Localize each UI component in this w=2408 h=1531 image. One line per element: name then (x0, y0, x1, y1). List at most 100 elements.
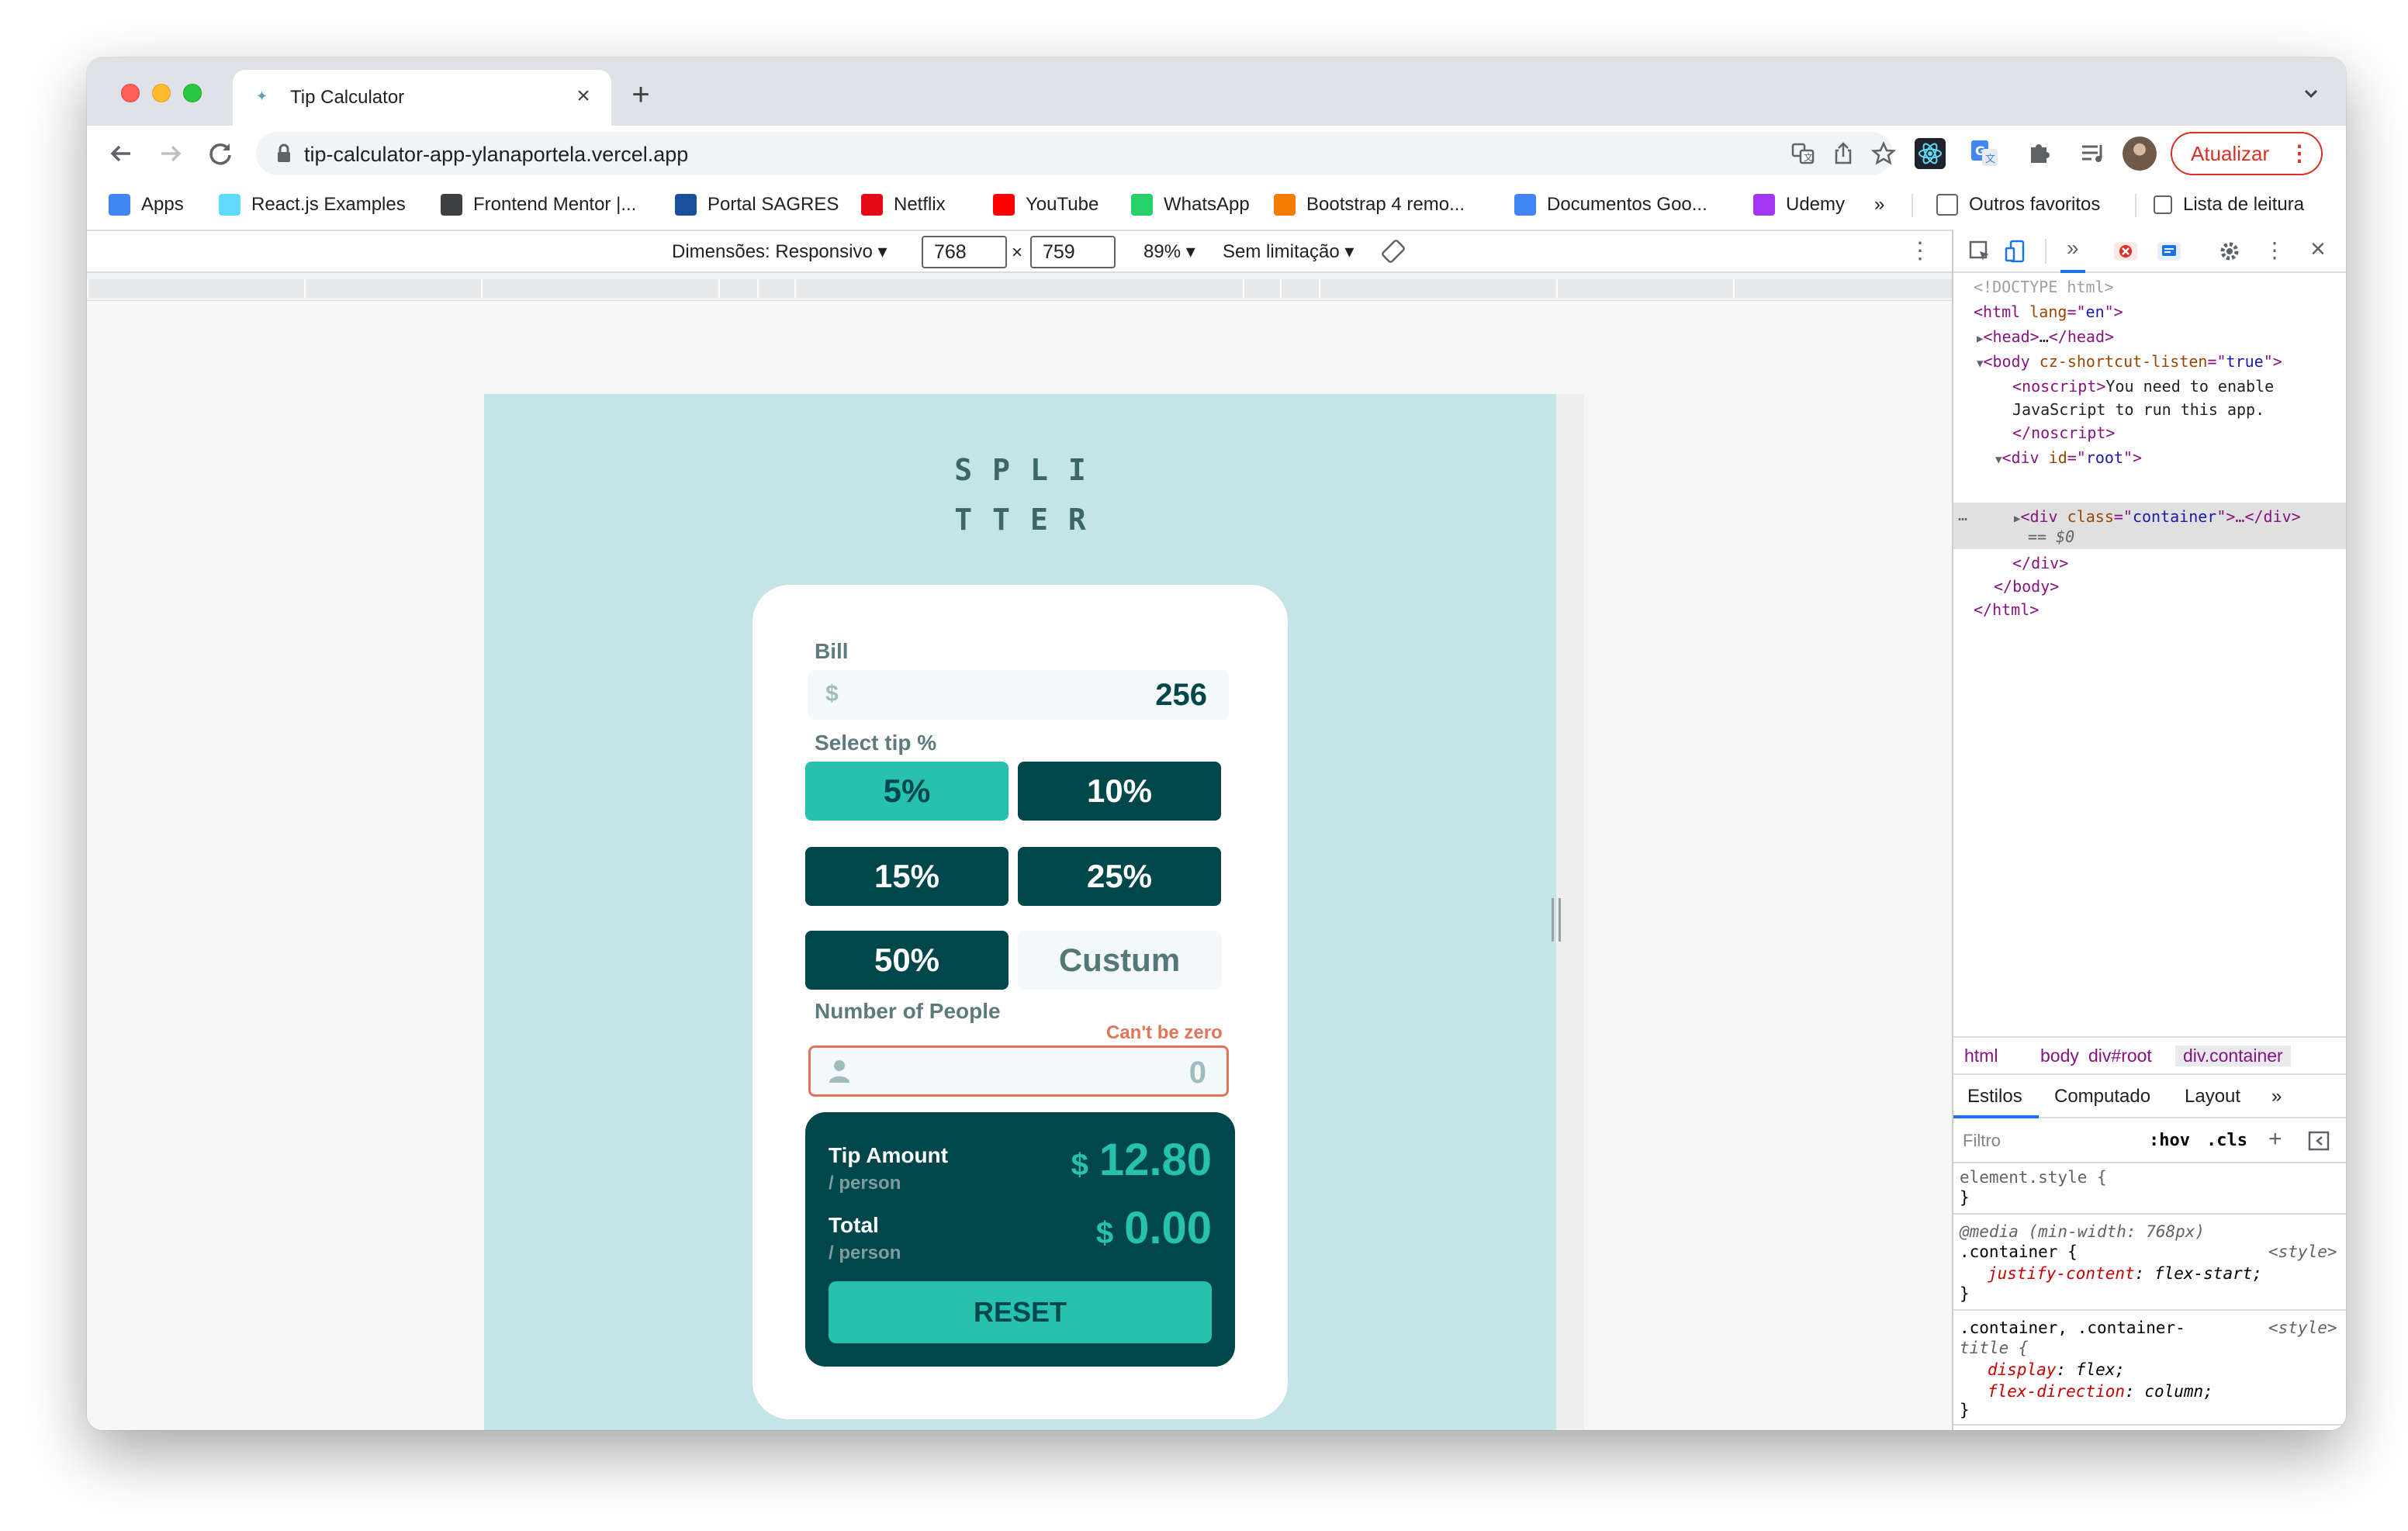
address-bar[interactable]: tip-calculator-app-ylanaportela.vercel.a… (256, 132, 1897, 175)
tab-tip-calculator[interactable]: ✦ Tip Calculator × (233, 70, 611, 126)
bookmark-udemy[interactable]: Udemy (1753, 189, 1845, 220)
translate-icon[interactable]: 文 (1789, 140, 1817, 168)
dom-body-close[interactable]: </body> (1994, 577, 2059, 596)
dom-head[interactable]: ▶<head>…</head> (1977, 327, 2114, 346)
zoom-dropdown[interactable]: 89% ▾ (1143, 240, 1195, 263)
dom-noscript-close[interactable]: </noscript> (2012, 423, 2115, 442)
ruler-segment[interactable] (1556, 279, 1733, 298)
tab-close-icon[interactable]: × (569, 82, 597, 110)
cls-toggle[interactable]: .cls (2206, 1131, 2247, 1150)
new-rule-icon[interactable]: + (2268, 1126, 2282, 1153)
ruler-segment[interactable] (1243, 279, 1280, 298)
new-tab-button[interactable]: + (625, 79, 656, 112)
rule-display[interactable]: display: flex; (1988, 1360, 2125, 1379)
dom-container[interactable]: ▶<div class="container">…</div> (2014, 507, 2301, 526)
bookmark-documentos-goo[interactable]: Documentos Goo... (1514, 189, 1707, 220)
tab-more[interactable]: » (2271, 1086, 2282, 1108)
devtools-more-icon[interactable]: ⋮ (2264, 237, 2285, 263)
url-text[interactable]: tip-calculator-app-ylanaportela.vercel.a… (304, 143, 688, 167)
lock-icon[interactable] (273, 143, 295, 164)
custom-tip-input[interactable]: Custum (1018, 931, 1221, 990)
share-icon[interactable] (1829, 140, 1857, 168)
more-panels-icon[interactable]: » (2060, 236, 2085, 273)
tab-search-chevron-icon[interactable] (2299, 82, 2323, 105)
tab-estilos[interactable]: Estilos (1967, 1086, 2022, 1108)
rule-justify[interactable]: justify-content: flex-start; (1988, 1264, 2262, 1283)
bookmark-reading-list[interactable]: Lista de leitura (2154, 189, 2304, 220)
tab-computado[interactable]: Computado (2054, 1086, 2150, 1108)
crumb-container[interactable]: div.container (2175, 1045, 2291, 1066)
rule-flexdir[interactable]: flex-direction: column; (1988, 1382, 2213, 1401)
profile-avatar[interactable] (2123, 137, 2157, 171)
dimensions-dropdown[interactable]: Dimensões: Responsivo ▾ (672, 240, 887, 263)
dom-doctype[interactable]: <!DOCTYPE html> (1974, 278, 2114, 296)
ruler-segment[interactable] (87, 279, 304, 298)
bookmark-react-js-examples[interactable]: React.js Examples (219, 189, 406, 220)
back-arrow-icon[interactable] (104, 137, 138, 171)
bookmark-frontend-mentor[interactable]: Frontend Mentor |... (441, 189, 636, 220)
window-minimize-button[interactable] (152, 84, 171, 102)
dom-html-close[interactable]: </html> (1974, 600, 2039, 619)
dom-root[interactable]: ▼<div id="root"> (1995, 448, 2142, 467)
reload-icon[interactable] (203, 137, 237, 171)
crumb-body[interactable]: body (2040, 1045, 2079, 1066)
bookmark-youtube[interactable]: YouTube (993, 189, 1098, 220)
ruler-segment[interactable] (794, 279, 1243, 298)
dom-row-ellipsis[interactable]: … (1958, 506, 1967, 524)
device-toggle-icon[interactable] (2003, 239, 2028, 264)
window-maximize-button[interactable] (183, 84, 202, 102)
tip-button-15[interactable]: 15% (805, 847, 1009, 906)
dom-div-close[interactable]: </div> (2012, 554, 2068, 572)
dom-html[interactable]: <html lang="en"> (1974, 302, 2123, 321)
update-button[interactable]: Atualizar ⋮ (2171, 132, 2323, 175)
settings-gear-icon[interactable] (2217, 239, 2242, 264)
crumb-html[interactable]: html (1964, 1045, 1998, 1066)
tip-button-25[interactable]: 25% (1018, 847, 1221, 906)
tip-button-50[interactable]: 50% (805, 931, 1009, 990)
ruler-segment[interactable] (1319, 279, 1556, 298)
dom-noscript[interactable]: <noscript>You need to enable (2012, 377, 2274, 396)
rotate-icon[interactable] (1379, 237, 1407, 265)
devtools-close-icon[interactable]: × (2310, 234, 2326, 264)
crumb-root[interactable]: div#root (2088, 1045, 2152, 1066)
ruler-segment[interactable] (1280, 279, 1319, 298)
issues-badge-icon[interactable] (2157, 239, 2181, 264)
react-devtools-extension-icon[interactable] (1915, 138, 1946, 169)
toggle-sidebar-icon[interactable] (2307, 1129, 2330, 1153)
reset-button[interactable]: RESET (829, 1281, 1212, 1343)
dom-body[interactable]: ▼<body cz-shortcut-listen="true"> (1977, 352, 2282, 371)
rule-multi-selector-1[interactable]: .container, .container- (1960, 1318, 2185, 1337)
viewport-width-input[interactable]: 768 (922, 236, 1007, 268)
bookmark-other-favorites[interactable]: Outros favoritos (1936, 189, 2100, 220)
throttle-dropdown[interactable]: Sem limitação ▾ (1223, 240, 1354, 263)
tab-layout[interactable]: Layout (2185, 1086, 2240, 1108)
ruler-segment[interactable] (304, 279, 481, 298)
bookmark-bootstrap-4-remo[interactable]: Bootstrap 4 remo... (1274, 189, 1465, 220)
tip-button-10[interactable]: 10% (1018, 762, 1221, 821)
forward-arrow-icon[interactable] (154, 137, 188, 171)
window-close-button[interactable] (121, 84, 140, 102)
bookmark-netflix[interactable]: Netflix (861, 189, 946, 220)
bookmarks-overflow-icon[interactable]: » (1874, 189, 1884, 220)
device-more-options-icon[interactable]: ⋮ (1908, 237, 1932, 264)
hov-toggle[interactable]: :hov (2149, 1131, 2190, 1150)
extensions-puzzle-icon[interactable] (2023, 138, 2054, 169)
media-controls-icon[interactable] (2078, 138, 2109, 169)
people-input[interactable]: 0 (808, 1045, 1229, 1097)
errors-badge-icon[interactable] (2113, 239, 2138, 264)
tip-button-5[interactable]: 5% (805, 762, 1009, 821)
ruler-segment[interactable] (757, 279, 794, 298)
viewport-height-input[interactable]: 759 (1030, 236, 1116, 268)
rule-source[interactable]: <style> (2268, 1242, 2337, 1261)
resize-handle-right[interactable] (1552, 898, 1561, 942)
rule-container-selector[interactable]: .container { (1960, 1242, 2078, 1261)
ruler-segment[interactable] (1733, 279, 1952, 298)
rule-multi-selector-2[interactable]: title { (1960, 1339, 2029, 1357)
google-translate-extension-icon[interactable]: G文 (1969, 138, 2000, 169)
inspect-element-icon[interactable] (1967, 239, 1992, 264)
bill-input[interactable]: $ 256 (808, 670, 1229, 720)
filter-input[interactable]: Filtro (1963, 1131, 2001, 1151)
ruler-segment[interactable] (718, 279, 757, 298)
bookmark-portal-sagres[interactable]: Portal SAGRES (675, 189, 839, 220)
bookmark-star-icon[interactable] (1870, 140, 1898, 168)
